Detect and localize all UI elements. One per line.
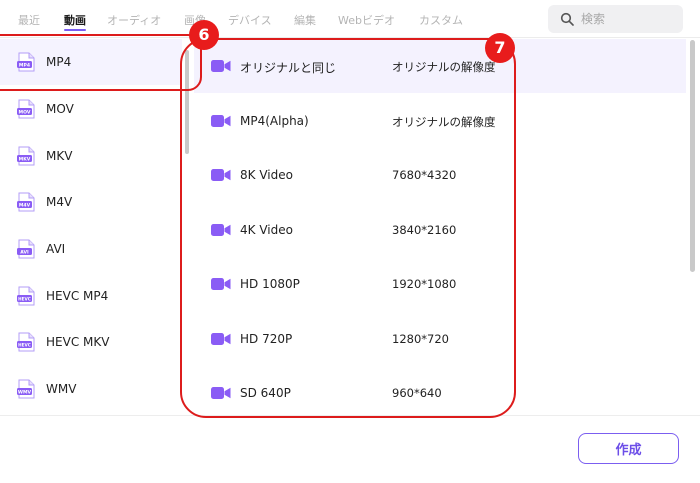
preset-name: MP4(Alpha) — [240, 114, 309, 128]
preset-name: HD 720P — [240, 332, 293, 346]
video-file-icon: MKV — [17, 146, 35, 166]
video-file-icon: MOV — [17, 99, 35, 119]
svg-text:MKV: MKV — [19, 156, 31, 162]
format-label: WMV — [46, 382, 77, 396]
tab-audio[interactable]: オーディオ — [107, 12, 161, 28]
video-file-icon: M4V — [17, 192, 35, 212]
format-list-scrollbar[interactable] — [185, 50, 189, 154]
preset-list-scrollbar[interactable] — [690, 40, 695, 272]
preset-list: オリジナルと同じ オリジナルの解像度 MP4(Alpha) オリジナルの解像度 … — [194, 39, 700, 415]
preset-row-original[interactable]: オリジナルと同じ オリジナルの解像度 — [194, 39, 686, 93]
tab-recent[interactable]: 最近 — [18, 12, 40, 28]
preset-resolution: 1920*1080 — [392, 277, 457, 291]
video-camera-icon — [211, 60, 231, 72]
preset-row-4k[interactable]: 4K Video 3840*2160 — [194, 203, 686, 257]
svg-text:MOV: MOV — [19, 109, 31, 115]
annotation-number-badge: 7 — [485, 33, 515, 63]
preset-row-mp4-alpha[interactable]: MP4(Alpha) オリジナルの解像度 — [194, 94, 686, 148]
preset-name: オリジナルと同じ — [240, 61, 337, 75]
format-item-wmv[interactable]: WMV WMV — [0, 366, 182, 412]
format-label: MP4 — [46, 55, 72, 69]
preset-name: 8K Video — [240, 168, 293, 182]
format-item-m4v[interactable]: M4V M4V — [0, 179, 182, 225]
video-camera-icon — [211, 278, 231, 290]
preset-row-sd-640p[interactable]: SD 640P 960*640 — [194, 366, 686, 415]
tab-video[interactable]: 動画 — [64, 12, 86, 28]
preset-row-8k[interactable]: 8K Video 7680*4320 — [194, 148, 686, 202]
tab-edit[interactable]: 編集 — [294, 12, 316, 28]
tab-custom[interactable]: カスタム — [419, 12, 463, 28]
svg-text:M4V: M4V — [19, 202, 31, 208]
format-item-mp4[interactable]: MP4 MP4 — [0, 39, 182, 85]
svg-text:HEVC: HEVC — [18, 342, 31, 347]
search-input[interactable] — [581, 5, 677, 33]
format-label: MKV — [46, 149, 73, 163]
active-tab-indicator — [64, 29, 86, 31]
format-list: MP4 MP4 MOV MOV MKV MKV M4V M4V AVI AVI … — [0, 39, 190, 415]
video-file-icon: HEVC — [17, 332, 35, 352]
format-label: M4V — [46, 195, 73, 209]
preset-name: HD 1080P — [240, 277, 300, 291]
search-box[interactable] — [548, 5, 683, 33]
preset-row-hd-720p[interactable]: HD 720P 1280*720 — [194, 312, 686, 366]
format-label: AVI — [46, 242, 66, 256]
format-item-avi[interactable]: AVI AVI — [0, 226, 182, 272]
format-item-hevc-mp4[interactable]: HEVC HEVC MP4 — [0, 273, 182, 319]
create-button[interactable]: 作成 — [578, 433, 679, 464]
preset-resolution: オリジナルの解像度 — [392, 115, 496, 129]
video-camera-icon — [211, 224, 231, 236]
preset-name: SD 640P — [240, 386, 291, 400]
preset-resolution: 3840*2160 — [392, 223, 457, 237]
video-file-icon: AVI — [17, 239, 35, 259]
preset-row-hd-1080p[interactable]: HD 1080P 1920*1080 — [194, 257, 686, 311]
format-label: HEVC MKV — [46, 335, 110, 349]
search-icon — [560, 12, 574, 26]
preset-resolution: 1280*720 — [392, 332, 449, 346]
video-file-icon: HEVC — [17, 286, 35, 306]
preset-resolution: 7680*4320 — [392, 168, 457, 182]
video-camera-icon — [211, 387, 231, 399]
video-camera-icon — [211, 169, 231, 181]
svg-text:AVI: AVI — [20, 249, 29, 255]
video-camera-icon — [211, 333, 231, 345]
category-tab-bar: 最近 動画 オーディオ 画像 デバイス 編集 Webビデオ カスタム — [0, 0, 700, 38]
annotation-number-badge: 6 — [189, 20, 219, 50]
svg-text:WMV: WMV — [18, 389, 32, 395]
tab-device[interactable]: デバイス — [228, 12, 272, 28]
tab-web-video[interactable]: Webビデオ — [338, 12, 395, 28]
svg-text:MP4: MP4 — [19, 62, 30, 68]
preset-resolution: 960*640 — [392, 386, 442, 400]
preset-resolution: オリジナルの解像度 — [392, 60, 496, 74]
format-item-hevc-mkv[interactable]: HEVC HEVC MKV — [0, 319, 182, 365]
format-item-mkv[interactable]: MKV MKV — [0, 133, 182, 179]
preset-name: 4K Video — [240, 223, 293, 237]
format-label: HEVC MP4 — [46, 289, 109, 303]
video-file-icon: WMV — [17, 379, 35, 399]
format-item-mov[interactable]: MOV MOV — [0, 86, 182, 132]
svg-text:HEVC: HEVC — [18, 296, 31, 301]
video-camera-icon — [211, 115, 231, 127]
video-file-icon: MP4 — [17, 52, 35, 72]
format-label: MOV — [46, 102, 74, 116]
